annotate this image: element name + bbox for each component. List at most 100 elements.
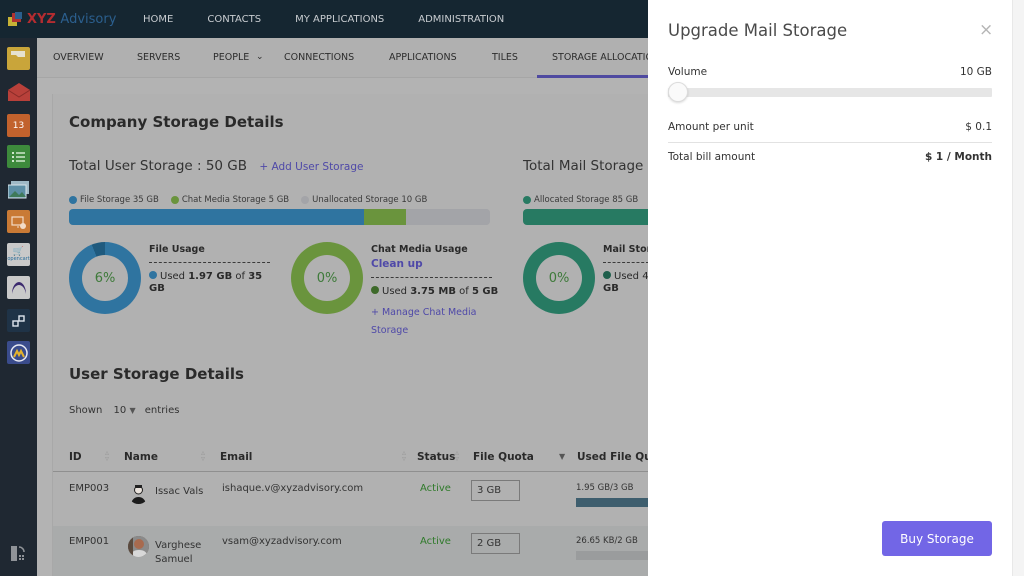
row-email: ishaque.v@xyzadvisory.com bbox=[222, 483, 364, 494]
row-id: EMP001 bbox=[69, 536, 110, 547]
tab-connections[interactable]: CONNECTIONS bbox=[284, 52, 354, 63]
chat-usage-donut: 0% bbox=[291, 242, 363, 314]
chat-usage-used: Used 3.75 MB of 5 GB bbox=[371, 286, 498, 298]
total-bill-label: Total bill amount bbox=[668, 151, 756, 163]
main-content: Company Storage Details Total User Stora… bbox=[52, 94, 665, 576]
chat-usage-divider bbox=[371, 277, 492, 278]
file-quota-input[interactable]: 3 GB bbox=[471, 480, 520, 501]
mail-icon[interactable] bbox=[7, 80, 30, 103]
people-chevron-down-icon[interactable]: ⌄ bbox=[256, 52, 264, 62]
volume-value: 10 GB bbox=[959, 66, 992, 78]
shown-label: Shown bbox=[69, 405, 103, 416]
mail-usage-divider bbox=[603, 262, 649, 263]
topnav-my-applications[interactable]: MY APPLICATIONS bbox=[295, 14, 384, 25]
link-app-icon[interactable] bbox=[7, 309, 30, 332]
mail-used-dot bbox=[603, 271, 611, 279]
divider bbox=[668, 142, 992, 143]
manage-chat-media-link[interactable]: + Manage Chat Media Storage bbox=[371, 304, 477, 340]
user-storage-bar-segment bbox=[363, 209, 406, 225]
file-usage-percent: 6% bbox=[94, 270, 116, 286]
mail-usage-used: Used 4 GB bbox=[603, 271, 649, 294]
volume-label: Volume bbox=[668, 66, 708, 78]
col-status[interactable]: Status bbox=[417, 451, 455, 463]
upgrade-mail-storage-drawer: Upgrade Mail Storage × Volume 10 GB Amou… bbox=[648, 0, 1012, 576]
col-used-file-quota[interactable]: Used File Quc bbox=[577, 451, 658, 463]
tab-tiles[interactable]: TILES bbox=[492, 52, 518, 63]
folder-icon[interactable] bbox=[7, 47, 30, 70]
photos-icon[interactable] bbox=[7, 178, 30, 201]
avatar bbox=[128, 483, 149, 504]
tab-storage-allocation[interactable]: STORAGE ALLOCATIC bbox=[552, 52, 652, 63]
table-row[interactable]: EMP001 Varghese Samuel vsam@xyzadvisory.c… bbox=[53, 526, 649, 576]
select-caret-icon: ▼ bbox=[129, 406, 136, 415]
tab-overview[interactable]: OVERVIEW bbox=[53, 52, 104, 63]
file-used-dot bbox=[149, 271, 157, 279]
sort-icon[interactable]: ▵ ▿ bbox=[402, 449, 406, 463]
brand-logo[interactable]: XYZ Advisory bbox=[8, 11, 143, 27]
opencart-icon[interactable]: 🛒 opencart bbox=[7, 243, 30, 266]
col-id[interactable]: ID bbox=[69, 451, 82, 463]
status-badge: Active bbox=[420, 536, 451, 547]
sort-icon[interactable]: ▵ ▿ bbox=[455, 449, 459, 463]
file-usage-divider bbox=[149, 262, 270, 263]
page-scrollbar[interactable] bbox=[1012, 0, 1024, 576]
status-badge: Active bbox=[420, 483, 451, 494]
add-user-storage-link[interactable]: + Add User Storage bbox=[259, 161, 363, 173]
row-name: Varghese Samuel bbox=[155, 540, 202, 565]
sub-nav: OVERVIEW SERVERS PEOPLE ⌄ CONNECTIONS AP… bbox=[37, 38, 652, 78]
moon-app-icon[interactable] bbox=[7, 276, 30, 299]
close-icon[interactable]: × bbox=[979, 20, 993, 40]
page-size-select[interactable]: 10 ▼ bbox=[114, 405, 136, 416]
file-usage-title: File Usage bbox=[149, 244, 205, 255]
chat-usage-title: Chat Media Usage bbox=[371, 244, 468, 255]
top-nav: HOME CONTACTS MY APPLICATIONS ADMINISTRA… bbox=[143, 14, 538, 25]
tab-applications[interactable]: APPLICATIONS bbox=[389, 52, 457, 63]
used-file-quota: 1.95 GB/3 GB bbox=[576, 483, 634, 493]
logo-mark-icon bbox=[8, 11, 23, 27]
used-file-quota: 26.65 KB/2 GB bbox=[576, 536, 638, 546]
mautic-icon[interactable] bbox=[7, 341, 30, 364]
chat-used-dot bbox=[371, 286, 379, 294]
brand-name-part1: XYZ bbox=[27, 11, 56, 27]
calendar-icon[interactable]: 13 bbox=[7, 114, 30, 137]
document-icon[interactable] bbox=[10, 545, 27, 562]
volume-slider-handle[interactable] bbox=[668, 82, 688, 102]
total-mail-storage: Total Mail Storage : 8 bbox=[523, 158, 666, 174]
brand-name-part2: Advisory bbox=[60, 11, 117, 27]
user-storage-bar-segment bbox=[69, 209, 364, 225]
sort-desc-icon[interactable]: ▼ bbox=[559, 453, 565, 461]
legend-file-storage: File Storage 35 GB bbox=[69, 195, 159, 205]
tab-people[interactable]: PEOPLE bbox=[213, 52, 249, 63]
mail-usage-percent: 0% bbox=[548, 270, 570, 286]
opencart-label: opencart bbox=[7, 255, 30, 262]
sort-icon[interactable]: ▵ ▿ bbox=[201, 449, 205, 463]
topnav-contacts[interactable]: CONTACTS bbox=[207, 14, 261, 25]
col-file-quota[interactable]: File Quota bbox=[473, 451, 534, 463]
buy-storage-button[interactable]: Buy Storage bbox=[882, 521, 992, 556]
volume-slider-track[interactable] bbox=[668, 88, 992, 97]
calendar-day: 13 bbox=[12, 120, 25, 131]
mail-usage-donut: 0% bbox=[523, 242, 595, 314]
file-quota-input[interactable]: 2 GB bbox=[471, 533, 520, 554]
file-storage-dot bbox=[69, 196, 77, 204]
topnav-home[interactable]: HOME bbox=[143, 14, 173, 25]
tasks-icon[interactable] bbox=[7, 145, 30, 168]
mail-storage-bar bbox=[523, 209, 663, 225]
row-email: vsam@xyzadvisory.com bbox=[222, 536, 342, 547]
table-header: ID ▵ ▿ Name ▵ ▿ Email ▵ ▿ Status ▵ ▿ File Qu… bbox=[53, 444, 658, 472]
wordpress-site-icon[interactable] bbox=[7, 210, 30, 233]
legend-chat-media-storage: Chat Media Storage 5 GB bbox=[170, 195, 289, 205]
sort-icon[interactable]: ▵ ▿ bbox=[105, 449, 109, 463]
table-row[interactable]: EMP003 Issac Vals ishaque.v@xyzadvisory.… bbox=[53, 473, 649, 525]
col-email[interactable]: Email bbox=[220, 451, 252, 463]
tab-servers[interactable]: SERVERS bbox=[137, 52, 180, 63]
page-size-control: Shown 10 ▼ entries bbox=[69, 405, 179, 416]
topnav-administration[interactable]: ADMINISTRATION bbox=[418, 14, 504, 25]
total-bill-value: $ 1 / Month bbox=[924, 151, 992, 163]
clean-up-link[interactable]: Clean up bbox=[371, 258, 423, 270]
chat-usage-percent: 0% bbox=[316, 270, 338, 286]
col-name[interactable]: Name bbox=[124, 451, 158, 463]
amount-per-unit-value: $ 0.1 bbox=[965, 121, 992, 133]
active-tab-indicator bbox=[537, 75, 648, 78]
amount-per-unit-label: Amount per unit bbox=[668, 121, 754, 133]
